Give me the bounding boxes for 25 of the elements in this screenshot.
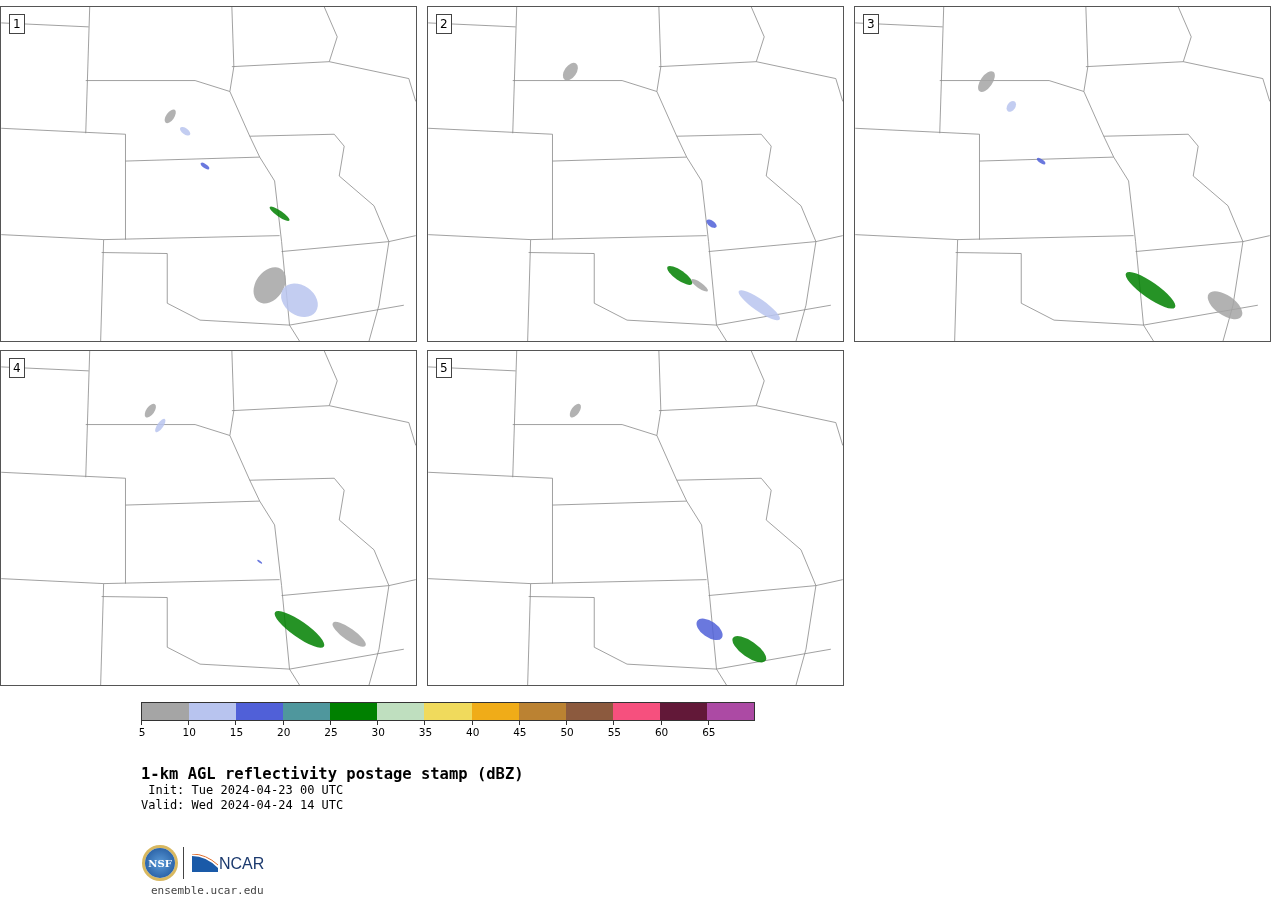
tick-label: 35 [418, 726, 433, 738]
panel-number: 5 [436, 358, 452, 378]
panel-number: 4 [9, 358, 25, 378]
swoosh-icon [192, 854, 218, 872]
tick-label: 20 [277, 726, 291, 738]
tick-label: 45 [513, 726, 527, 738]
valid-time: Valid: Wed 2024-04-24 14 UTC [141, 798, 345, 813]
tick-label: 15 [229, 726, 244, 738]
nsf-logo: NSF [145, 848, 175, 878]
tick-label: 40 [465, 726, 480, 738]
chart-title: 1-km AGL reflectivity postage stamp (dBZ) [141, 765, 525, 783]
tick-label: 60 [654, 726, 669, 738]
tick-label: 25 [324, 726, 338, 738]
website-url: ensemble.ucar.edu [151, 884, 265, 897]
init-time: Init: Tue 2024-04-23 00 UTC [147, 783, 345, 798]
tick-label: 55 [607, 726, 622, 738]
panel-number: 3 [863, 14, 879, 34]
ncar-wordmark: NCAR [219, 856, 265, 872]
panel-number: 1 [9, 14, 25, 34]
tick-label: 50 [560, 726, 574, 738]
panel-number: 2 [436, 14, 452, 34]
tick-label: 10 [182, 726, 196, 738]
tick-label: 30 [371, 726, 385, 738]
tick-label: 5 [138, 726, 146, 738]
tick-label: 65 [702, 726, 716, 738]
